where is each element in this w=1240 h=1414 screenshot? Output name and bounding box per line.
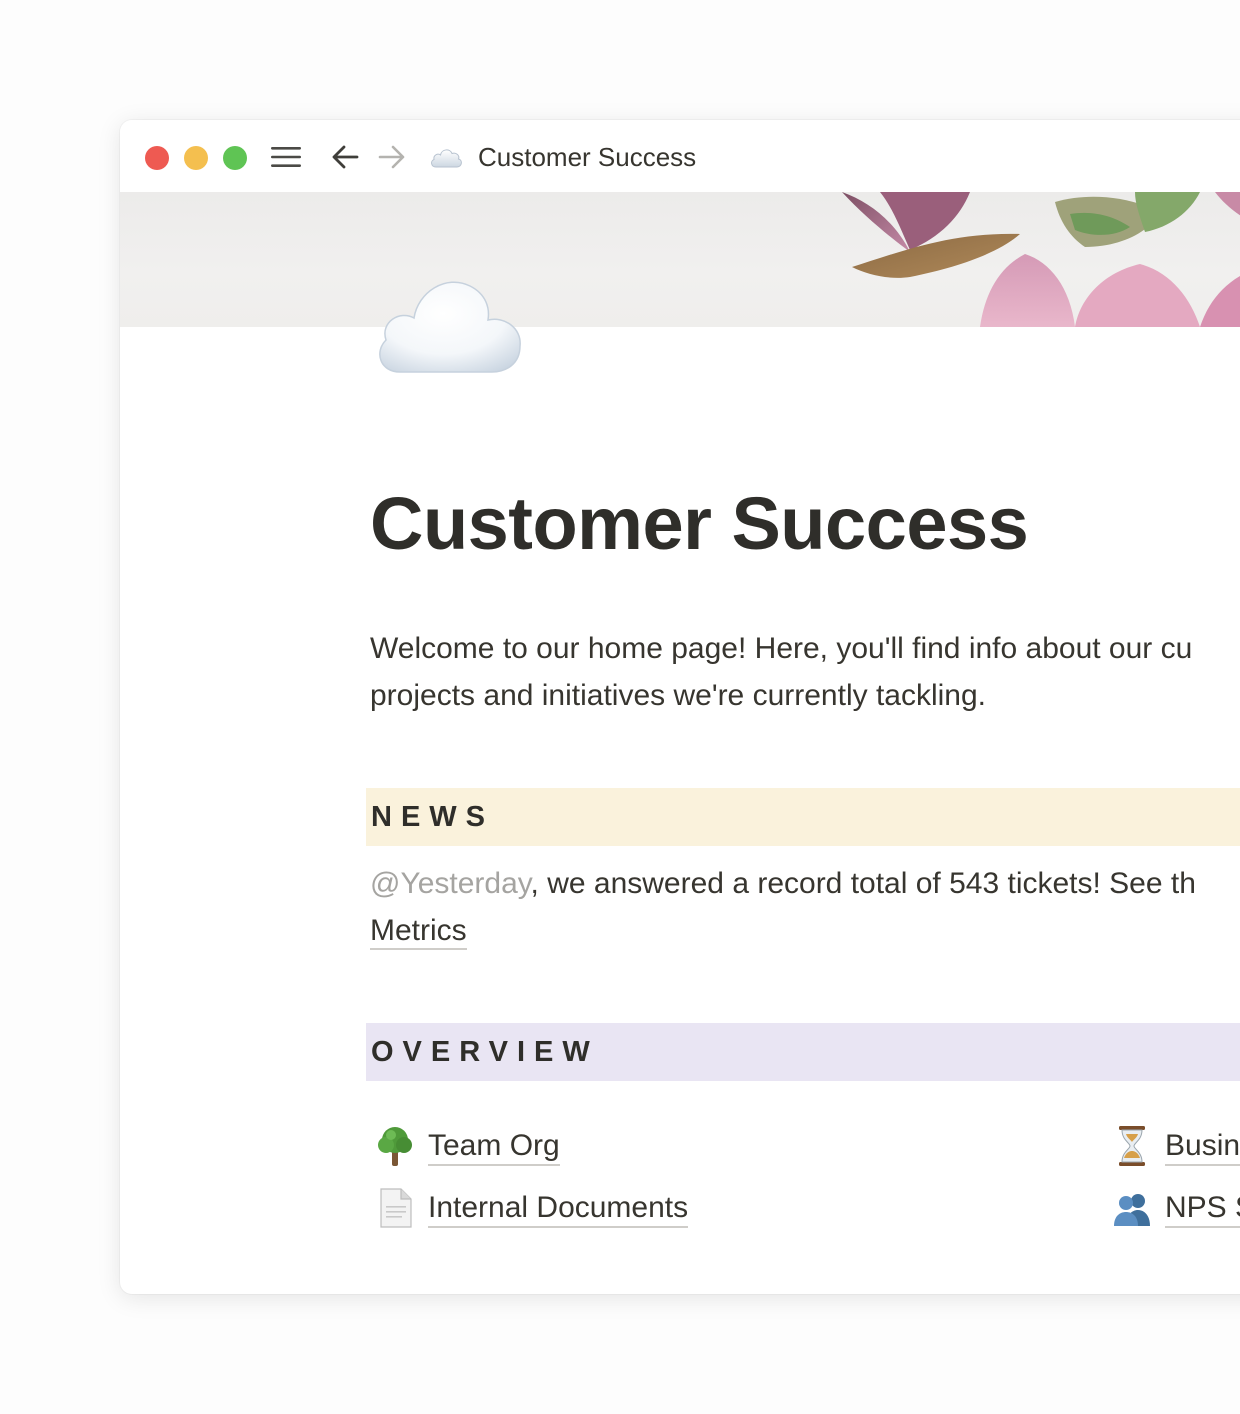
busts-in-silhouette-icon bbox=[1114, 1194, 1150, 1226]
news-paragraph[interactable]: @Yesterday, we answered a record total o… bbox=[370, 860, 1240, 954]
intro-line-1: Welcome to our home page! Here, you'll f… bbox=[370, 632, 1193, 665]
window-title: Customer Success bbox=[478, 142, 697, 172]
cloud-icon bbox=[431, 149, 462, 168]
app-window: Customer Success Customer Success Welcom… bbox=[120, 120, 1240, 1294]
overview-heading-block[interactable]: OVERVIEW bbox=[366, 1023, 1240, 1081]
news-text: , we answered a record total of 543 tick… bbox=[530, 867, 1196, 900]
news-heading-block[interactable]: NEWS bbox=[366, 788, 1240, 846]
flower-cover-art bbox=[842, 192, 1240, 327]
overview-heading: OVERVIEW bbox=[371, 1036, 599, 1068]
page-cover-image[interactable] bbox=[120, 192, 1240, 327]
internal-documents-label: Internal Documents bbox=[428, 1190, 689, 1228]
minimize-window-button[interactable] bbox=[184, 146, 208, 170]
page-title[interactable]: Customer Success bbox=[370, 482, 1029, 566]
zoom-window-button[interactable] bbox=[223, 146, 247, 170]
titlebar: Customer Success bbox=[120, 120, 1240, 192]
close-window-button[interactable] bbox=[145, 146, 169, 170]
news-heading: NEWS bbox=[371, 801, 494, 833]
hamburger-menu-icon[interactable] bbox=[270, 142, 302, 172]
date-mention[interactable]: @Yesterday bbox=[370, 867, 531, 900]
document-icon bbox=[380, 1188, 412, 1228]
arrow-right-icon[interactable] bbox=[377, 142, 407, 172]
metrics-link[interactable]: Metrics bbox=[370, 914, 467, 950]
cloud-emoji-icon[interactable] bbox=[372, 272, 526, 378]
arrow-left-icon[interactable] bbox=[330, 142, 360, 172]
intro-paragraph[interactable]: Welcome to our home page! Here, you'll f… bbox=[370, 625, 1240, 719]
nps-label: NPS S bbox=[1165, 1190, 1240, 1228]
intro-line-2: projects and initiatives we're currently… bbox=[370, 679, 986, 712]
hourglass-icon bbox=[1119, 1126, 1145, 1166]
team-org-label: Team Org bbox=[428, 1128, 560, 1166]
tree-icon bbox=[378, 1127, 412, 1166]
business-label: Busin bbox=[1165, 1128, 1240, 1166]
